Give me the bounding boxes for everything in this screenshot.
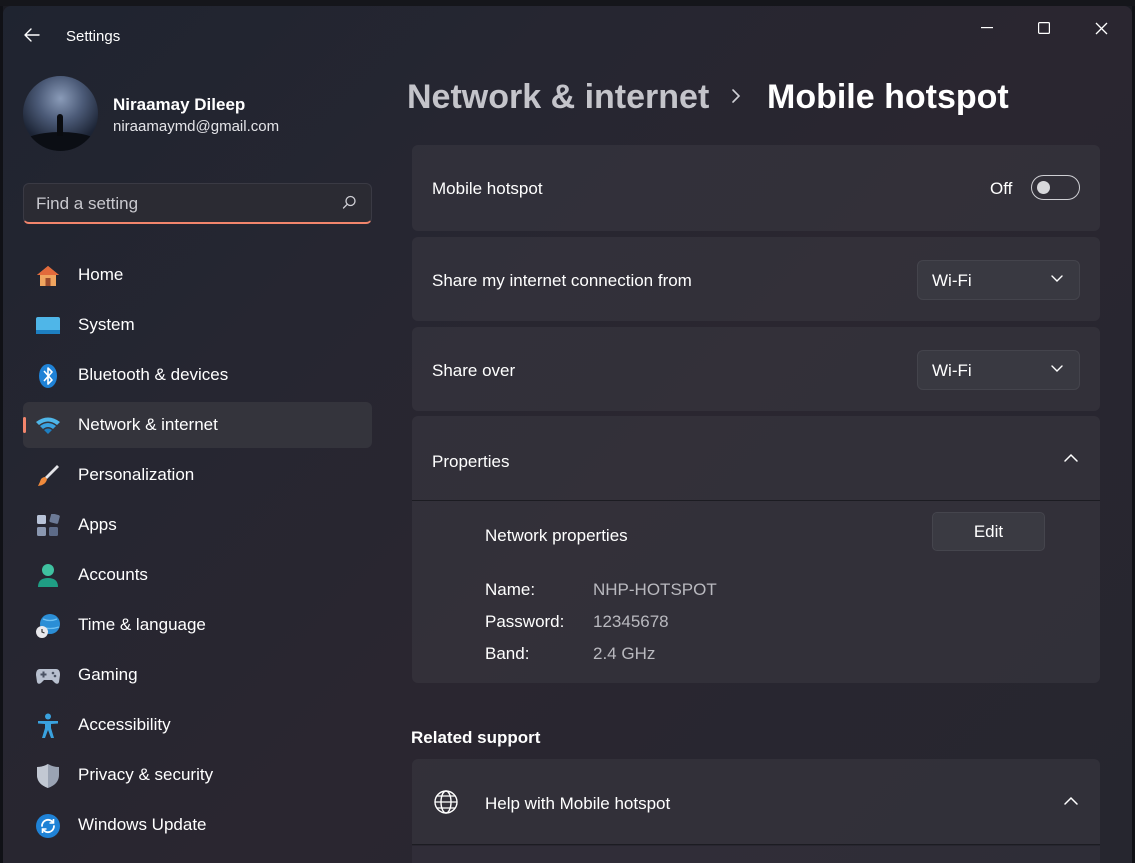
- chevron-up-icon[interactable]: [1060, 793, 1082, 809]
- share-over-label: Share over: [432, 361, 516, 380]
- search-icon[interactable]: [342, 195, 357, 210]
- share-over-card: Share over Wi-Fi: [412, 327, 1100, 411]
- sidebar-item-apps[interactable]: Apps: [23, 502, 372, 548]
- share-from-value: Wi-Fi: [932, 271, 972, 290]
- sidebar-item-personalization[interactable]: Personalization: [23, 452, 372, 498]
- avatar-figure: [57, 114, 63, 136]
- maximize-button[interactable]: [1021, 10, 1067, 46]
- bluetooth-icon: [35, 363, 61, 389]
- sidebar-item-privacy-security[interactable]: Privacy & security: [23, 752, 372, 798]
- shield-icon: [35, 763, 61, 789]
- page-title: Mobile hotspot: [767, 78, 1009, 116]
- wifi-icon: [35, 413, 61, 439]
- chevron-down-icon: [1051, 365, 1063, 372]
- help-card-content: [412, 846, 1100, 863]
- properties-label: Properties: [432, 452, 510, 471]
- sidebar-item-label: Home: [78, 265, 124, 284]
- edit-button[interactable]: Edit: [932, 512, 1045, 551]
- back-arrow-icon: [24, 28, 40, 42]
- sidebar-item-accounts[interactable]: Accounts: [23, 552, 372, 598]
- avatar[interactable]: [23, 76, 98, 151]
- sidebar-item-label: Accessibility: [78, 715, 171, 734]
- sidebar-item-system[interactable]: System: [23, 302, 372, 348]
- sidebar-item-accessibility[interactable]: Accessibility: [23, 702, 372, 748]
- sidebar-item-label: Bluetooth & devices: [78, 365, 229, 384]
- sidebar-item-label: Personalization: [78, 465, 195, 484]
- prop-name-value: NHP-HOTSPOT: [593, 580, 717, 599]
- monitor-icon: [35, 313, 61, 339]
- help-card[interactable]: Help with Mobile hotspot: [412, 759, 1100, 845]
- sidebar-item-label: Privacy & security: [78, 765, 214, 784]
- home-icon: [35, 263, 61, 289]
- title-bar: Settings: [3, 6, 1132, 46]
- properties-header[interactable]: Properties: [412, 416, 1100, 501]
- sidebar-item-time-language[interactable]: Time & language: [23, 602, 372, 648]
- hotspot-label: Mobile hotspot: [432, 179, 543, 198]
- prop-band-key: Band:: [485, 644, 530, 663]
- sidebar-item-label: Time & language: [78, 615, 206, 634]
- app-title: Settings: [66, 28, 121, 45]
- toggle-knob: [1037, 181, 1050, 194]
- chevron-down-icon: [1051, 275, 1063, 282]
- hotspot-state-text: Off: [990, 179, 1013, 198]
- chevron-up-icon[interactable]: [1060, 450, 1082, 466]
- sidebar-item-gaming[interactable]: Gaming: [23, 652, 372, 698]
- maximize-icon: [1038, 22, 1050, 34]
- user-email: niraamaymd@gmail.com: [113, 118, 280, 135]
- prop-band-value: 2.4 GHz: [593, 644, 656, 663]
- help-label: Help with Mobile hotspot: [485, 794, 671, 813]
- close-button[interactable]: [1078, 10, 1124, 46]
- sidebar-item-label: Gaming: [78, 665, 138, 684]
- sidebar-item-home[interactable]: Home: [23, 252, 372, 298]
- chevron-right-icon: [732, 89, 741, 103]
- sidebar-item-bluetooth[interactable]: Bluetooth & devices: [23, 352, 372, 398]
- network-properties-title: Network properties: [485, 526, 628, 545]
- prop-password-value: 12345678: [593, 612, 669, 631]
- breadcrumb-parent[interactable]: Network & internet: [407, 78, 709, 117]
- properties-card: Properties Network properties Edit Name:…: [412, 416, 1100, 683]
- sidebar-item-label: System: [78, 315, 135, 334]
- globe-icon: [434, 790, 458, 814]
- sidebar-item-label: Windows Update: [78, 815, 207, 834]
- accessibility-icon: [35, 713, 61, 739]
- prop-name-key: Name:: [485, 580, 536, 599]
- sidebar-item-label: Apps: [78, 515, 117, 534]
- person-icon: [35, 563, 61, 589]
- close-icon: [1095, 22, 1107, 34]
- minimize-icon: [981, 27, 993, 29]
- sidebar-item-label: Network & internet: [78, 415, 218, 434]
- share-over-value: Wi-Fi: [932, 361, 972, 380]
- update-icon: [35, 813, 61, 839]
- brush-icon: [35, 463, 61, 489]
- share-from-card: Share my internet connection from Wi-Fi: [412, 237, 1100, 321]
- gamepad-icon: [35, 663, 61, 689]
- sidebar-item-label: Accounts: [78, 565, 148, 584]
- share-from-dropdown[interactable]: Wi-Fi: [917, 260, 1080, 300]
- user-name: Niraamay Dileep: [113, 95, 246, 114]
- sidebar-item-windows-update[interactable]: Windows Update: [23, 802, 372, 848]
- hotspot-toggle-card: Mobile hotspot Off: [412, 145, 1100, 231]
- sidebar-nav: Home System Bluetooth & devices Network …: [23, 252, 372, 852]
- share-over-dropdown[interactable]: Wi-Fi: [917, 350, 1080, 390]
- search-input[interactable]: [36, 192, 326, 216]
- settings-window: Settings Niraamay Dileep niraamaymd@gmai…: [3, 6, 1132, 863]
- minimize-button[interactable]: [964, 10, 1010, 46]
- related-support-title: Related support: [411, 728, 541, 747]
- apps-icon: [35, 513, 61, 539]
- share-from-label: Share my internet connection from: [432, 271, 692, 290]
- back-button[interactable]: [17, 20, 47, 50]
- hotspot-toggle[interactable]: [1031, 175, 1080, 200]
- globe-clock-icon: [35, 613, 61, 639]
- sidebar-item-network[interactable]: Network & internet: [23, 402, 372, 448]
- prop-password-key: Password:: [485, 612, 565, 631]
- search-box: [23, 183, 372, 224]
